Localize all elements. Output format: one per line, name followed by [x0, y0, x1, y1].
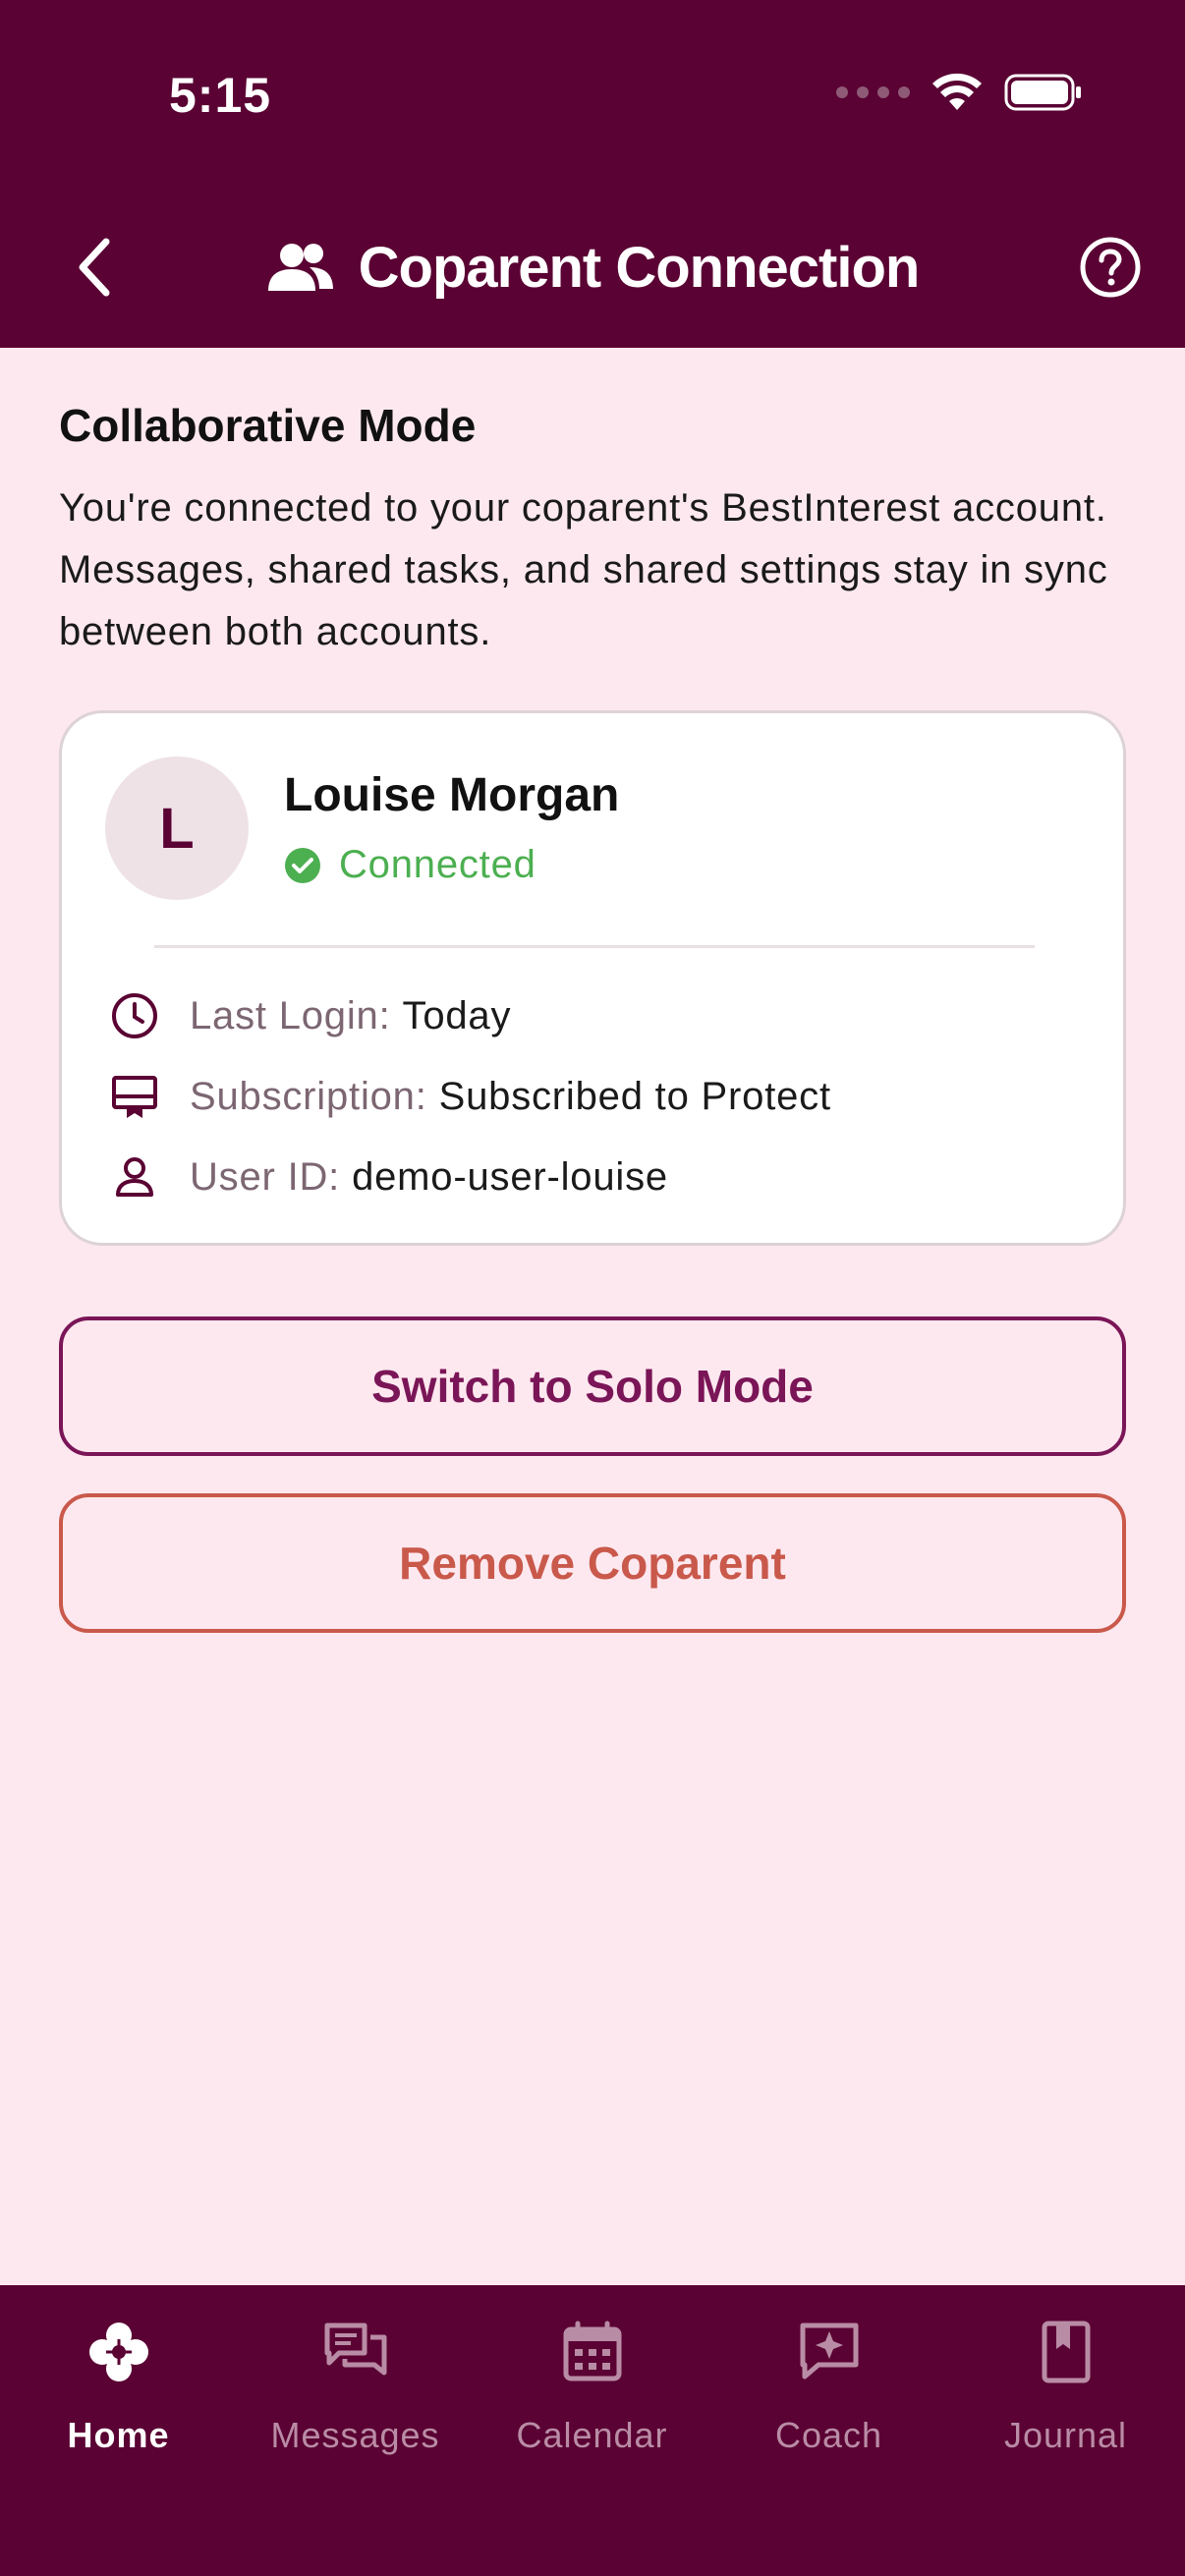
nav-item-calendar[interactable]: Calendar — [474, 2317, 710, 2493]
section-description: You're connected to your coparent's Best… — [59, 486, 1108, 653]
user-id-label: User ID: — [190, 1154, 341, 1199]
clover-icon — [84, 2317, 154, 2387]
check-circle-icon — [285, 847, 320, 883]
user-id-value: demo-user-louise — [352, 1154, 668, 1199]
subscription-label: Subscription: — [190, 1074, 427, 1118]
nav-label-messages: Messages — [270, 2415, 440, 2455]
nav-item-home[interactable]: Home — [0, 2317, 237, 2493]
coparent-card: L Louise Morgan Connected Last Login: To… — [59, 710, 1126, 1246]
wifi-icon — [932, 73, 982, 110]
help-circle-icon — [1080, 237, 1141, 298]
last-login-value: Today — [402, 993, 512, 1037]
subscription-row: Subscription: Subscribed to Protect — [107, 1069, 831, 1124]
switch-solo-mode-button[interactable]: Switch to Solo Mode — [59, 1316, 1126, 1456]
remove-coparent-button[interactable]: Remove Coparent — [59, 1493, 1126, 1633]
page-title: Coparent Connection — [358, 235, 921, 300]
battery-icon — [1004, 74, 1081, 111]
user-id-row: User ID: demo-user-louise — [107, 1149, 668, 1204]
people-icon — [267, 244, 333, 291]
last-login-label: Last Login: — [190, 993, 391, 1037]
top-bar: 5:15 Coparent Connection — [0, 0, 1185, 348]
clock-icon — [107, 988, 162, 1043]
screen: 5:15 Coparent Connection Collaborative M… — [0, 0, 1185, 2576]
help-button[interactable] — [1071, 228, 1150, 307]
avatar: L — [105, 756, 249, 900]
page-title-group: Coparent Connection — [0, 228, 1185, 307]
journal-icon — [1031, 2317, 1101, 2387]
nav-label-journal: Journal — [1003, 2415, 1128, 2455]
status-time: 5:15 — [169, 68, 272, 123]
status-icons — [836, 73, 1083, 112]
coparent-name: Louise Morgan — [284, 769, 620, 821]
connection-status-text: Connected — [339, 843, 536, 886]
nav-label-home: Home — [67, 2415, 170, 2455]
section-title: Collaborative Mode — [59, 400, 477, 451]
calendar-icon — [557, 2317, 628, 2387]
nav-label-calendar: Calendar — [516, 2415, 668, 2455]
connection-status: Connected — [284, 843, 536, 887]
messages-icon — [320, 2317, 391, 2387]
main-content: Collaborative Mode You're connected to y… — [59, 348, 1126, 1633]
coach-sparkle-icon — [794, 2317, 865, 2387]
bottom-navigation: Home Messages Calendar Coach Journal — [0, 2285, 1185, 2576]
subscription-icon — [107, 1069, 162, 1124]
signal-dots-icon — [836, 86, 910, 98]
person-icon — [107, 1149, 162, 1204]
last-login-row: Last Login: Today — [107, 988, 511, 1043]
nav-item-coach[interactable]: Coach — [710, 2317, 947, 2493]
nav-item-messages[interactable]: Messages — [237, 2317, 474, 2493]
subscription-value: Subscribed to Protect — [438, 1074, 831, 1118]
nav-label-coach: Coach — [774, 2415, 883, 2455]
nav-item-journal[interactable]: Journal — [947, 2317, 1184, 2493]
divider — [154, 945, 1035, 948]
